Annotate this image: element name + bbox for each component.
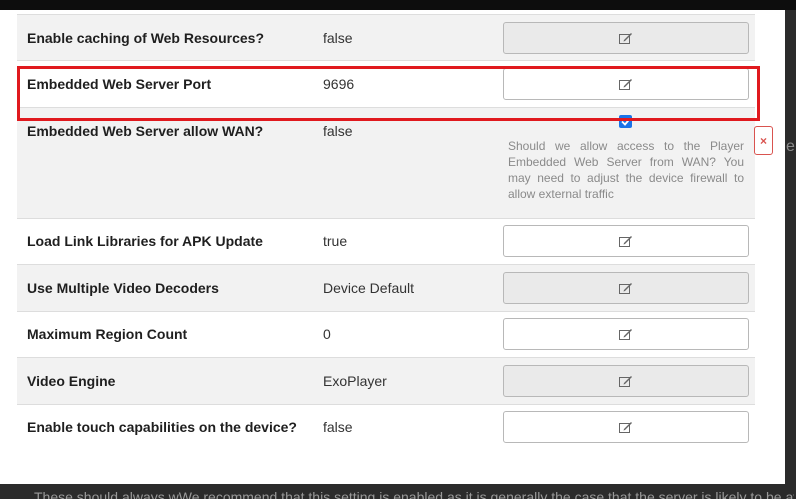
setting-value: false — [323, 30, 353, 46]
allow-wan-help-text: Should we allow access to the Player Emb… — [508, 139, 744, 201]
edit-button[interactable] — [503, 68, 749, 100]
close-button[interactable]: × — [754, 126, 773, 155]
edit-button[interactable] — [503, 225, 749, 257]
edit-button[interactable] — [503, 365, 749, 397]
edit-icon — [619, 283, 632, 294]
allow-wan-checkbox[interactable] — [619, 115, 632, 128]
edit-button[interactable] — [503, 272, 749, 304]
edit-icon — [619, 329, 632, 340]
edit-button[interactable] — [503, 22, 749, 54]
edit-icon — [619, 33, 632, 44]
edit-icon — [619, 422, 632, 433]
settings-modal: Enable caching of Web Resources? false E… — [0, 10, 785, 484]
setting-label: Maximum Region Count — [27, 326, 188, 342]
setting-row-web-server-port: Embedded Web Server Port 9696 — [17, 60, 755, 107]
setting-row-touch: Enable touch capabilities on the device?… — [17, 404, 755, 451]
setting-row-link-libraries: Load Link Libraries for APK Update true — [17, 218, 755, 264]
setting-value: false — [323, 419, 353, 435]
edit-icon — [619, 79, 632, 90]
edit-icon — [619, 236, 632, 247]
close-icon: × — [759, 133, 767, 148]
edit-button[interactable] — [503, 411, 749, 443]
setting-row-video-decoders: Use Multiple Video Decoders Device Defau… — [17, 264, 755, 311]
edit-button[interactable] — [503, 318, 749, 350]
setting-label: Use Multiple Video Decoders — [27, 280, 219, 296]
setting-label: Enable touch capabilities on the device? — [27, 419, 297, 435]
setting-label: Embedded Web Server Port — [27, 76, 212, 92]
check-icon — [620, 117, 631, 126]
backdrop-top-bar — [0, 0, 796, 10]
setting-value: 0 — [323, 326, 331, 342]
setting-value: Device Default — [323, 280, 415, 296]
setting-value: ExoPlayer — [323, 373, 387, 389]
setting-value: false — [323, 123, 353, 139]
setting-label: Video Engine — [27, 373, 116, 389]
backdrop-edge-text: e — [786, 138, 795, 155]
setting-label: Embedded Web Server allow WAN? — [27, 123, 264, 139]
setting-row-caching: Enable caching of Web Resources? false — [17, 14, 755, 60]
setting-label: Load Link Libraries for APK Update — [27, 233, 263, 249]
setting-row-allow-wan: Embedded Web Server allow WAN? false Sho… — [17, 107, 755, 218]
setting-row-region-count: Maximum Region Count 0 — [17, 311, 755, 357]
backdrop-bottom-text: These should always wWe recommend that t… — [34, 489, 794, 499]
edit-icon — [619, 376, 632, 387]
setting-value: true — [323, 233, 348, 249]
setting-label: Enable caching of Web Resources? — [27, 30, 265, 46]
setting-row-video-engine: Video Engine ExoPlayer — [17, 357, 755, 404]
setting-value: 9696 — [323, 76, 355, 92]
